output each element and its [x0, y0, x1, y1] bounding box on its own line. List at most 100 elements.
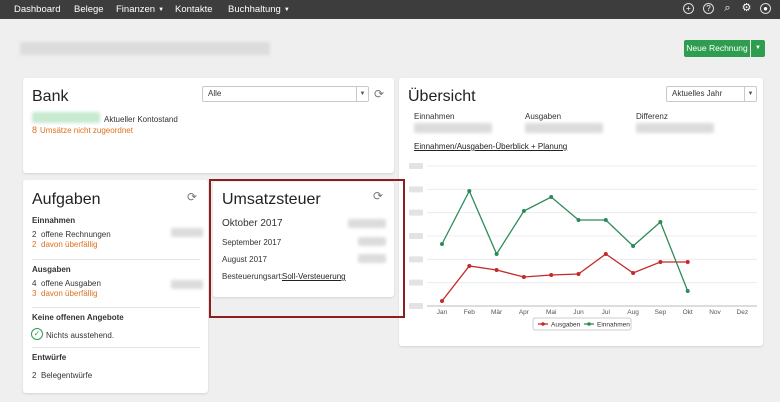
chart-x-tick-label: Sep [655, 309, 667, 316]
chart-series-line [441, 253, 688, 302]
chart-point [631, 271, 636, 275]
chart-point [576, 272, 581, 276]
bank-account-select[interactable]: Alle ▼ [202, 86, 369, 102]
tasks-drafts-heading: Entwürfe [32, 353, 67, 362]
unassigned-count: 8 [32, 125, 38, 135]
chart-point [549, 195, 554, 199]
chart-point [576, 218, 581, 222]
new-invoice-dropdown-button[interactable]: ▼ [751, 40, 765, 57]
chart-y-tick-redacted [409, 209, 423, 216]
chart-x-tick-label: Okt [683, 309, 693, 316]
chart-legend-label: Einnahmen [597, 322, 630, 329]
chart-point [494, 252, 499, 256]
chart-point [631, 244, 636, 248]
chart-x-tick-label: Mai [546, 309, 556, 316]
nav-finanzen-label: Finanzen [116, 4, 156, 15]
chart-y-tick-redacted [409, 163, 423, 169]
chart-point [467, 189, 472, 193]
divider [32, 347, 200, 348]
user-icon[interactable]: ● [760, 3, 771, 14]
nav-belege[interactable]: Belege [74, 4, 104, 15]
chart-y-tick-redacted [409, 256, 423, 263]
chart-legend-marker [587, 322, 591, 326]
nav-buchhaltung[interactable]: Buchhaltung ▼ [228, 4, 290, 15]
chart-x-tick-label: Aug [627, 309, 639, 316]
add-icon[interactable]: + [683, 3, 694, 14]
tasks-expenses-value-redacted [171, 280, 203, 289]
chart-point [603, 252, 608, 256]
chart-legend-label: Ausgaben [551, 322, 581, 329]
chart-x-tick-label: Feb [464, 309, 476, 316]
tasks-income-overdue-count: 2 [32, 240, 37, 249]
chart-point [549, 273, 554, 277]
overview-card: Übersicht Aktuelles Jahr ▼ Einnahmen Aus… [399, 78, 763, 346]
tasks-card: Aufgaben ⟳ Einnahmen 2 offene Rechnungen… [23, 180, 208, 393]
unassigned-transactions-link[interactable]: Umsätze nicht zugeordnet [40, 126, 133, 135]
page-title-redacted [20, 42, 270, 55]
divider [32, 259, 200, 260]
chart-y-tick-redacted [409, 303, 423, 309]
chart-point [521, 275, 526, 279]
bank-account-select-value: Alle [208, 89, 222, 98]
vat-highlight-frame [209, 179, 405, 318]
chart-series-line [441, 189, 689, 292]
chart-x-tick-label: Jul [602, 309, 611, 316]
chart-point [685, 289, 690, 293]
chart-point [603, 218, 608, 222]
chart-point [658, 220, 663, 224]
chevron-down-icon: ▼ [755, 45, 761, 51]
tasks-income-heading: Einnahmen [32, 216, 76, 225]
chart-y-tick-redacted [409, 279, 423, 286]
chart-x-tick-label: Apr [519, 309, 530, 316]
chevron-down-icon: ▼ [356, 87, 368, 101]
nav-dashboard[interactable]: Dashboard [14, 4, 60, 15]
chart-point [467, 264, 472, 268]
chevron-down-icon: ▼ [158, 7, 165, 13]
top-navigation: Dashboard Belege Finanzen ▼ Kontakte Buch… [0, 0, 780, 19]
search-icon[interactable]: ⌕ [722, 3, 733, 14]
tasks-expenses-open-link[interactable]: offene Ausgaben [41, 279, 101, 288]
nav-kontakte[interactable]: Kontakte [175, 4, 213, 15]
chart-point [440, 242, 444, 246]
tasks-income-overdue-link[interactable]: davon überfällig [41, 240, 97, 249]
chart-x-tick-label: Dez [737, 309, 749, 316]
checkmark-icon: ✓ [31, 328, 43, 340]
tasks-expenses-overdue-link[interactable]: davon überfällig [41, 289, 97, 298]
nav-buchhaltung-label: Buchhaltung [228, 4, 281, 15]
nav-finanzen[interactable]: Finanzen ▼ [116, 4, 164, 15]
tasks-income-open-count: 2 [32, 230, 37, 239]
chart-y-tick-redacted [409, 186, 423, 193]
tasks-expenses-open-count: 4 [32, 279, 37, 288]
chevron-down-icon: ▼ [283, 7, 290, 13]
divider [32, 307, 200, 308]
help-icon[interactable]: ? [703, 3, 714, 14]
new-invoice-button[interactable]: Neue Rechnung [684, 40, 750, 57]
chart-point [494, 268, 499, 272]
refresh-icon[interactable]: ⟳ [187, 191, 197, 203]
tasks-income-value-redacted [171, 228, 203, 237]
chart-point [685, 260, 690, 264]
tasks-drafts-count: 2 [32, 371, 37, 380]
chart-x-tick-label: Jan [437, 309, 448, 316]
chart-point [521, 209, 526, 213]
bank-card: Bank Alle ▼ ⟳ Aktueller Kontostand 8 Ums… [23, 78, 394, 173]
chart-x-tick-label: Jun [573, 309, 584, 316]
tasks-offers-status: Nichts ausstehend. [46, 331, 115, 340]
tasks-offers-heading: Keine offenen Angebote [32, 313, 124, 322]
tasks-expenses-heading: Ausgaben [32, 265, 71, 274]
tasks-title: Aufgaben [32, 191, 101, 208]
gear-icon[interactable]: ⚙ [741, 3, 752, 14]
chart-legend-marker [541, 322, 545, 326]
tasks-expenses-overdue-count: 3 [32, 289, 37, 298]
chart-point [658, 260, 663, 264]
income-expenses-chart: Jan Feb Mär Apr Mai Jun Jul Aug Sep Okt Nov Dez Ausg… [409, 163, 757, 331]
tasks-income-open-link[interactable]: offene Rechnungen [41, 230, 111, 239]
balance-label: Aktueller Kontostand [104, 115, 178, 124]
bank-title: Bank [32, 88, 69, 105]
chart-x-tick-label: Nov [709, 309, 721, 316]
tasks-drafts-link[interactable]: Belegentwürfe [41, 371, 92, 380]
balance-value-redacted [32, 112, 100, 123]
chart-y-tick-redacted [409, 233, 423, 239]
refresh-icon[interactable]: ⟳ [374, 88, 384, 100]
chart-point [440, 299, 444, 303]
